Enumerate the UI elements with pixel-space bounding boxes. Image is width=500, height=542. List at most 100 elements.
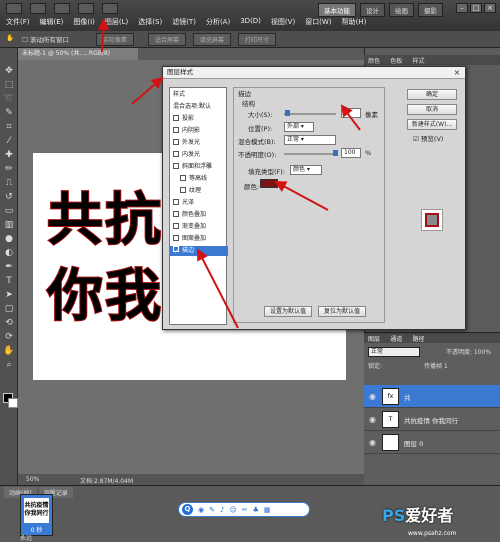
- style-item-stroke[interactable]: ✓ 描边: [170, 246, 228, 256]
- workspace-basic[interactable]: 基本功能: [318, 3, 356, 17]
- checkbox[interactable]: [173, 139, 179, 145]
- checkbox[interactable]: [173, 151, 179, 157]
- style-item-gradient-overlay[interactable]: 渐变叠加: [170, 222, 228, 232]
- menu-image[interactable]: 图像(I): [73, 17, 95, 27]
- style-item-inner-glow[interactable]: 内发光: [170, 150, 228, 160]
- scroll-all-checkbox[interactable]: ☐ 滚动所有窗口: [22, 34, 69, 44]
- reset-default-button[interactable]: 复位为默认值: [318, 306, 366, 317]
- eraser-icon[interactable]: ▭: [3, 206, 15, 216]
- document-tab[interactable]: 未标题-1 @ 50% (共..., RGB/8): [18, 48, 138, 60]
- layer-blend-mode-select[interactable]: 正常: [368, 347, 420, 357]
- menu-select[interactable]: 选择(S): [138, 17, 162, 27]
- layer-row-gong[interactable]: ◉ fx 共: [364, 385, 500, 408]
- size-slider[interactable]: [284, 113, 336, 115]
- propagate-frame-checkbox[interactable]: 传播帧 1: [424, 363, 448, 370]
- fill-type-select[interactable]: 颜色 ▾: [290, 165, 322, 175]
- loop-option[interactable]: 永远: [20, 533, 32, 542]
- style-item-drop-shadow[interactable]: 投影: [170, 114, 228, 124]
- style-item-texture[interactable]: 纹理: [170, 186, 228, 196]
- menu-window[interactable]: 窗口(W): [305, 17, 331, 27]
- style-item-outer-glow[interactable]: 外发光: [170, 138, 228, 148]
- opacity-input[interactable]: 100: [341, 148, 361, 158]
- blend-options-item[interactable]: 混合选项:默认: [170, 102, 228, 112]
- clone-stamp-icon[interactable]: ⎍: [3, 178, 15, 188]
- menu-3d[interactable]: 3D(D): [240, 17, 261, 27]
- cancel-button[interactable]: 取消: [407, 104, 457, 115]
- shape-tool-icon[interactable]: ▢: [3, 304, 15, 314]
- type-tool-icon[interactable]: T: [3, 276, 15, 286]
- search-badge-icon[interactable]: Q: [182, 504, 193, 515]
- lasso-tool-icon[interactable]: ➰: [3, 94, 15, 104]
- checkbox-checked[interactable]: ✓: [173, 246, 179, 255]
- preview-checkbox[interactable]: ☑ 预览(V): [413, 133, 443, 143]
- workspace-paint[interactable]: 绘画: [389, 3, 414, 17]
- maximize-icon[interactable]: □: [470, 3, 482, 13]
- crop-tool-icon[interactable]: ⌗: [3, 122, 15, 132]
- blend-mode-select[interactable]: 正常 ▾: [284, 135, 336, 145]
- brush-tool-icon[interactable]: ✏: [3, 164, 15, 174]
- tab-styles[interactable]: 样式: [409, 55, 429, 66]
- healing-brush-icon[interactable]: ✚: [3, 150, 15, 160]
- minimize-icon[interactable]: –: [456, 3, 468, 13]
- size-slider-thumb[interactable]: [285, 110, 290, 116]
- blur-tool-icon[interactable]: ●: [3, 234, 15, 244]
- layer-opacity[interactable]: 不透明度: 100%: [446, 347, 491, 356]
- menu-view[interactable]: 视图(V): [271, 17, 295, 27]
- checkbox[interactable]: [180, 187, 186, 193]
- checkbox[interactable]: [173, 115, 179, 121]
- eye-icon[interactable]: ◉: [369, 392, 378, 401]
- dodge-tool-icon[interactable]: ◐: [3, 248, 15, 258]
- animation-frame-1[interactable]: 共抗疫情你我同行 0 秒: [20, 494, 53, 536]
- arrange-docs-icon[interactable]: [102, 3, 118, 14]
- print-size-button[interactable]: 打印尺寸: [238, 33, 277, 46]
- mic-icon[interactable]: ♪: [220, 506, 224, 514]
- checkbox[interactable]: [173, 163, 179, 169]
- marquee-tool-icon[interactable]: ⬚: [3, 80, 15, 90]
- menu-help[interactable]: 帮助(H): [342, 17, 367, 27]
- tab-swatches[interactable]: 色板: [386, 55, 406, 66]
- 3d-rotate-icon[interactable]: ⟲: [3, 318, 15, 328]
- layer-name[interactable]: 共抗疫情 你我同行: [404, 415, 458, 425]
- menu-analysis[interactable]: 分析(A): [206, 17, 230, 27]
- opacity-slider-thumb[interactable]: [333, 150, 338, 156]
- emoji-icon[interactable]: ☺: [229, 506, 236, 514]
- grid-icon[interactable]: ▦: [264, 506, 271, 514]
- checkbox[interactable]: [173, 211, 179, 217]
- style-item-pattern-overlay[interactable]: 图案叠加: [170, 234, 228, 244]
- eyedropper-icon[interactable]: ⁄: [3, 136, 15, 146]
- move-tool-icon[interactable]: ✥: [3, 66, 15, 76]
- style-item-bevel-emboss[interactable]: 斜面和浮雕: [170, 162, 228, 172]
- actual-pixels-button[interactable]: 实际像素: [96, 33, 135, 46]
- new-style-button[interactable]: 新建样式(W)...: [407, 119, 457, 130]
- styles-header[interactable]: 样式: [170, 90, 228, 100]
- close-icon[interactable]: ×: [451, 68, 463, 78]
- layer-name[interactable]: 图层 0: [404, 438, 423, 448]
- checkbox[interactable]: [180, 175, 186, 181]
- checkbox[interactable]: [173, 223, 179, 229]
- shirt-icon[interactable]: ♣: [253, 506, 259, 514]
- tab-layers[interactable]: 图层: [364, 333, 384, 344]
- quick-select-icon[interactable]: ✎: [3, 108, 15, 118]
- ok-button[interactable]: 确定: [407, 89, 457, 100]
- checkbox[interactable]: [173, 235, 179, 241]
- layer-name[interactable]: 共: [404, 392, 411, 402]
- path-select-icon[interactable]: ➤: [3, 290, 15, 300]
- menu-file[interactable]: 文件(F): [6, 17, 30, 27]
- menu-edit[interactable]: 编辑(E): [40, 17, 64, 27]
- view-extras-icon[interactable]: [78, 3, 94, 14]
- size-input[interactable]: 5: [341, 108, 361, 118]
- style-item-color-overlay[interactable]: 颜色叠加: [170, 210, 228, 220]
- pen-icon[interactable]: ✎: [209, 506, 215, 514]
- set-default-button[interactable]: 设置为默认值: [264, 306, 312, 317]
- style-item-satin[interactable]: 光泽: [170, 198, 228, 208]
- workspace-design[interactable]: 设计: [360, 3, 385, 17]
- workspace-photo[interactable]: 摄影: [418, 3, 443, 17]
- background-color-swatch[interactable]: [8, 398, 18, 408]
- 3d-camera-icon[interactable]: ⟳: [3, 332, 15, 342]
- menu-layer[interactable]: 图层(L): [105, 17, 128, 27]
- tool-circle-icon[interactable]: ◉: [198, 506, 204, 514]
- tab-paths[interactable]: 路径: [409, 333, 429, 344]
- position-select[interactable]: 外部 ▾: [284, 122, 314, 132]
- layer-row-text[interactable]: ◉ T 共抗疫情 你我同行: [364, 408, 500, 431]
- history-brush-icon[interactable]: ↺: [3, 192, 15, 202]
